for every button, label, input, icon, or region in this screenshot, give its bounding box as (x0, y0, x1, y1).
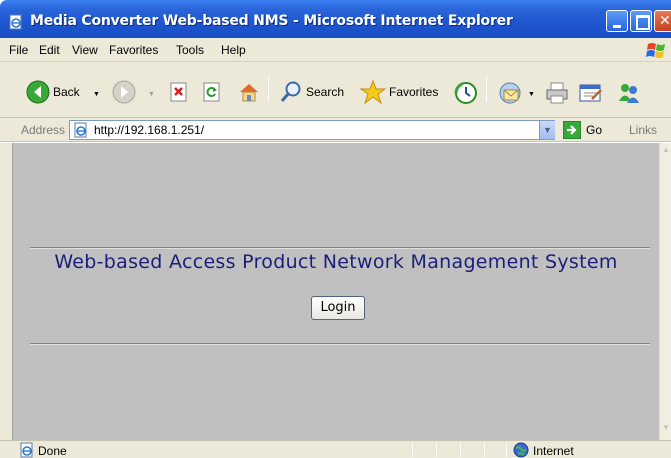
status-text: Done (38, 444, 67, 458)
address-dropdown-icon[interactable]: ▼ (539, 121, 555, 139)
search-label: Search (306, 85, 345, 99)
login-button[interactable]: Login (311, 296, 365, 320)
forward-arrow-icon (112, 80, 136, 104)
minimize-button[interactable] (606, 10, 628, 32)
scroll-up-icon[interactable]: ▲ (660, 145, 671, 157)
favorites-button[interactable]: Favorites (360, 80, 438, 104)
menu-tools[interactable]: Tools (176, 43, 204, 57)
edit-icon[interactable] (578, 82, 604, 104)
go-label: Go (586, 123, 603, 137)
menu-file[interactable]: File (9, 43, 28, 57)
status-divider (484, 443, 485, 457)
ie-page-icon (20, 442, 33, 458)
go-arrow-icon (563, 121, 581, 139)
mail-icon[interactable] (499, 81, 525, 105)
page-heading: Web-based Access Product Network Managem… (54, 251, 618, 273)
menu-favorites[interactable]: Favorites (109, 43, 158, 57)
toolbar-separator (486, 76, 487, 102)
messenger-icon[interactable] (616, 81, 642, 105)
menu-edit[interactable]: Edit (39, 43, 60, 57)
search-icon (280, 81, 301, 102)
status-bar: Done Internet (0, 440, 671, 458)
go-button[interactable]: Go (563, 121, 602, 139)
browser-window: Media Converter Web-based NMS - Microsof… (0, 0, 671, 458)
address-input[interactable]: http://192.168.1.251/ (69, 120, 555, 140)
vertical-scrollbar[interactable]: ▲ ▼ (659, 143, 671, 440)
status-divider (412, 443, 413, 457)
favorites-label: Favorites (389, 85, 439, 99)
ie-page-icon (74, 122, 87, 138)
status-divider (436, 443, 437, 457)
window-title: Media Converter Web-based NMS - Microsof… (30, 13, 513, 29)
globe-icon (513, 442, 529, 458)
back-dropdown-icon[interactable]: ▼ (93, 91, 100, 98)
mail-dropdown-icon[interactable]: ▼ (528, 91, 535, 98)
windows-logo-icon (646, 43, 665, 58)
status-divider (460, 443, 461, 457)
favorites-star-icon (360, 80, 386, 104)
toolbar: Back ▼ ▼ Search Favorites ▼ (0, 62, 671, 118)
horizontal-rule (30, 343, 650, 345)
scroll-down-icon[interactable]: ▼ (660, 423, 671, 435)
address-url: http://192.168.1.251/ (94, 123, 205, 137)
menu-view[interactable]: View (72, 43, 98, 57)
page-content: Web-based Access Product Network Managem… (13, 143, 659, 440)
search-button[interactable]: Search (279, 80, 344, 104)
toolbar-separator (268, 76, 269, 102)
links-button[interactable]: Links (629, 123, 657, 137)
close-button[interactable] (654, 10, 671, 32)
forward-dropdown-icon[interactable]: ▼ (148, 91, 155, 98)
forward-button[interactable] (112, 80, 136, 104)
back-arrow-icon (26, 80, 50, 104)
title-bar[interactable]: Media Converter Web-based NMS - Microsof… (0, 0, 671, 38)
stop-icon[interactable] (169, 82, 189, 102)
security-zone-label: Internet (533, 444, 574, 458)
back-button[interactable]: Back (26, 80, 80, 104)
menu-help[interactable]: Help (221, 43, 246, 57)
status-divider (506, 443, 507, 457)
maximize-button[interactable] (630, 10, 652, 32)
history-icon[interactable] (454, 81, 478, 105)
horizontal-rule (30, 247, 650, 249)
home-icon[interactable] (237, 81, 261, 103)
ie-page-icon (9, 14, 22, 30)
print-icon[interactable] (544, 81, 570, 105)
menu-bar: File Edit View Favorites Tools Help (0, 38, 671, 62)
address-label: Address (21, 123, 66, 137)
refresh-icon[interactable] (202, 82, 222, 102)
back-label: Back (53, 85, 80, 99)
window-left-border (0, 143, 13, 440)
